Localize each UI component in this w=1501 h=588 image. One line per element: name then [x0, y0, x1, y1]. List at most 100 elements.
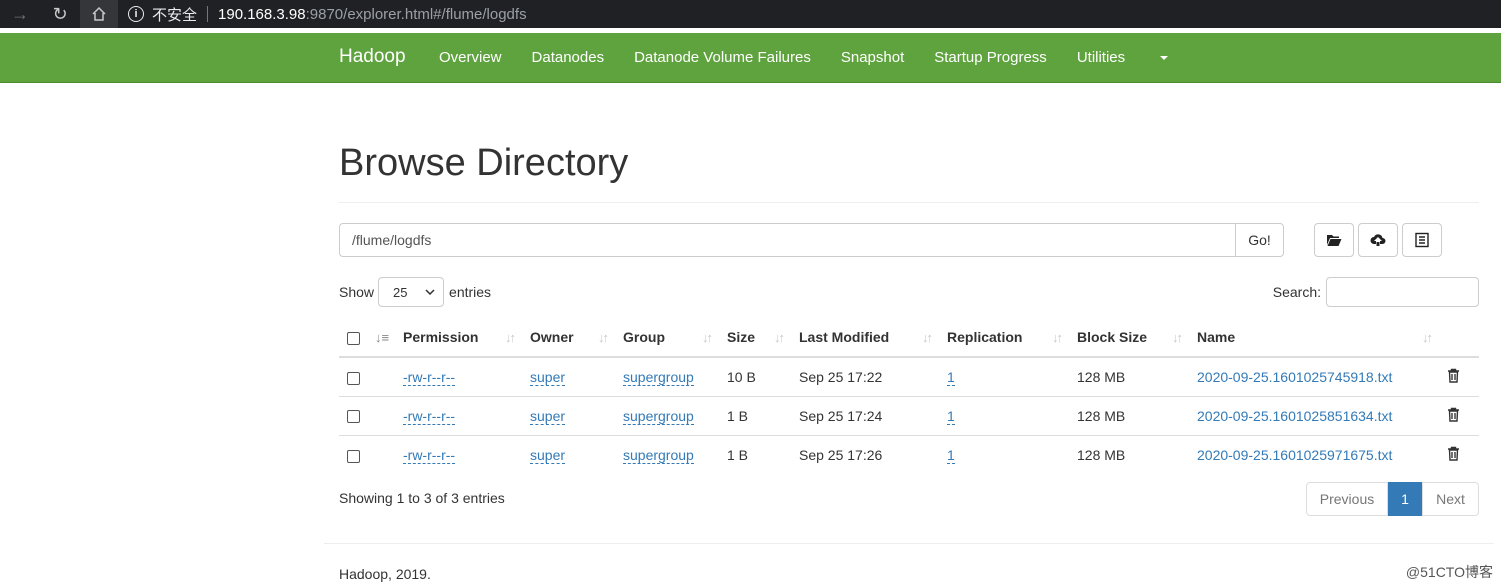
block-size-value: 128 MB: [1069, 395, 1189, 435]
modified-value: Sep 25 17:24: [791, 395, 939, 435]
nav-utilities[interactable]: Utilities: [1077, 49, 1198, 66]
trash-icon[interactable]: [1447, 446, 1460, 464]
group-cell: supergroup: [615, 395, 719, 435]
table-info: Showing 1 to 3 of 3 entries: [339, 490, 505, 506]
header-block-size[interactable]: Block Size ↓↑: [1069, 318, 1189, 358]
create-directory-button[interactable]: [1314, 223, 1354, 257]
url-host: 190.168.3.98: [218, 5, 306, 23]
sort-icon: ↓↑: [1052, 330, 1063, 345]
back-arrow-icon[interactable]: →: [0, 0, 40, 28]
browser-toolbar: → ↻ i 不安全 190.168.3.98:9870/explorer.htm…: [0, 0, 1501, 28]
directory-path-input[interactable]: [339, 223, 1236, 257]
actions-cell: [1439, 357, 1479, 396]
replication-value[interactable]: 1: [947, 407, 955, 425]
nav-snapshot[interactable]: Snapshot: [841, 49, 904, 66]
actions-cell: [1439, 395, 1479, 435]
header-group[interactable]: Group ↓↑: [615, 318, 719, 358]
replication-cell: 1: [939, 395, 1069, 435]
title-divider: [339, 202, 1479, 203]
size-value: 1 B: [719, 395, 791, 435]
header-select-all[interactable]: [339, 318, 367, 358]
owner-value[interactable]: super: [530, 368, 566, 386]
header-group-label: Group: [623, 329, 665, 345]
nav-datanodes[interactable]: Datanodes: [532, 49, 605, 66]
nav-startup-progress[interactable]: Startup Progress: [934, 49, 1047, 66]
header-owner[interactable]: Owner ↓↑: [522, 318, 615, 358]
file-name-link[interactable]: 2020-09-25.1601025851634.txt: [1197, 408, 1392, 424]
table-search: Search:: [1273, 277, 1479, 307]
footer-divider: [324, 543, 1494, 544]
navbar: Hadoop Overview Datanodes Datanode Volum…: [0, 33, 1501, 83]
entries-select[interactable]: 25: [378, 277, 445, 307]
address-separator: [207, 6, 209, 22]
trash-icon[interactable]: [1447, 407, 1460, 425]
reload-icon[interactable]: ↻: [40, 0, 80, 28]
row-checkbox[interactable]: [347, 371, 360, 385]
replication-value[interactable]: 1: [947, 368, 955, 386]
sort-icon: ↓↑: [1422, 330, 1433, 345]
header-permission[interactable]: Permission ↓↑: [395, 318, 522, 358]
name-cell: 2020-09-25.1601025851634.txt: [1189, 395, 1439, 435]
info-icon[interactable]: i: [128, 6, 144, 22]
list-alt-icon: [1415, 232, 1429, 248]
previous-page-button[interactable]: Previous: [1306, 482, 1388, 516]
file-name-link[interactable]: 2020-09-25.1601025971675.txt: [1197, 447, 1392, 463]
folder-open-icon: [1327, 235, 1342, 246]
header-size-label: Size: [727, 329, 756, 345]
nav-overview[interactable]: Overview: [439, 49, 502, 66]
header-name[interactable]: Name ↓↑: [1189, 318, 1439, 358]
cut-paste-button[interactable]: [1402, 223, 1442, 257]
page-1-button[interactable]: 1: [1388, 482, 1422, 516]
group-value[interactable]: supergroup: [623, 446, 694, 464]
navbar-brand[interactable]: Hadoop: [339, 46, 406, 68]
footer-text: Hadoop, 2019.: [339, 566, 431, 582]
go-button[interactable]: Go!: [1235, 223, 1284, 257]
name-cell: 2020-09-25.1601025971675.txt: [1189, 434, 1439, 474]
address-bar[interactable]: i 不安全 190.168.3.98:9870/explorer.html#/f…: [128, 0, 527, 28]
block-size-value: 128 MB: [1077, 368, 1126, 385]
table-row: -rw-r--r-- super supergroup 1 B Sep 25 1…: [339, 434, 1479, 474]
permission-value[interactable]: -rw-r--r--: [403, 446, 456, 464]
show-entries: Show 25 entries: [339, 277, 491, 307]
search-input[interactable]: [1326, 277, 1479, 307]
group-value[interactable]: supergroup: [623, 368, 694, 386]
entries-label: entries: [449, 284, 492, 300]
size-value: 10 B: [727, 368, 756, 385]
owner-value[interactable]: super: [530, 446, 566, 464]
home-icon[interactable]: [80, 0, 118, 28]
modified-value: Sep 25 17:22: [799, 368, 883, 385]
row-checkbox[interactable]: [347, 410, 360, 424]
sort-icon: ↓↑: [1172, 330, 1183, 345]
header-owner-label: Owner: [530, 329, 574, 345]
upload-files-button[interactable]: [1358, 223, 1398, 257]
replication-cell: 1: [939, 357, 1069, 396]
sort-icon: ↓↑: [774, 330, 785, 345]
sort-icon: ↓↑: [702, 330, 713, 345]
permission-cell: -rw-r--r--: [395, 434, 522, 474]
select-all-checkbox[interactable]: [347, 331, 360, 345]
row-checkbox[interactable]: [347, 449, 360, 463]
watermark: @51CTO博客: [1405, 564, 1493, 580]
header-replication-label: Replication: [947, 329, 1023, 345]
owner-cell: super: [522, 357, 615, 396]
header-block-size-label: Block Size: [1077, 329, 1148, 345]
owner-value[interactable]: super: [530, 407, 566, 425]
permission-value[interactable]: -rw-r--r--: [403, 368, 456, 386]
header-size[interactable]: Size ↓↑: [719, 318, 791, 358]
header-sort-default[interactable]: ↓≡: [367, 318, 395, 358]
header-replication[interactable]: Replication ↓↑: [939, 318, 1069, 358]
group-value[interactable]: supergroup: [623, 407, 694, 425]
actions-cell: [1439, 434, 1479, 474]
table-row: -rw-r--r-- super supergroup 10 B Sep 25 …: [339, 357, 1479, 396]
file-name-link[interactable]: 2020-09-25.1601025745918.txt: [1197, 369, 1392, 385]
nav-utilities-label: Utilities: [1076, 49, 1126, 66]
trash-icon[interactable]: [1447, 368, 1460, 386]
permission-value[interactable]: -rw-r--r--: [403, 407, 456, 425]
header-last-modified[interactable]: Last Modified ↓↑: [791, 318, 939, 358]
sort-icon: ↓↑: [922, 330, 933, 345]
block-size-value: 128 MB: [1069, 434, 1189, 474]
next-page-button[interactable]: Next: [1422, 482, 1479, 516]
nav-volume-failures[interactable]: Datanode Volume Failures: [634, 49, 811, 66]
replication-value[interactable]: 1: [947, 446, 955, 464]
cloud-upload-icon: [1370, 234, 1386, 246]
